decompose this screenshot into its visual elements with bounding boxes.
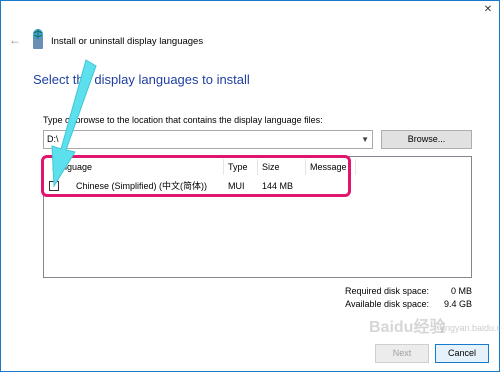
back-arrow-icon[interactable]: ← (9, 34, 21, 46)
chevron-down-icon[interactable]: ▼ (361, 131, 369, 148)
watermark-logo: Baidu经验 (369, 319, 446, 336)
close-icon[interactable]: ✕ (481, 5, 495, 15)
globe-language-icon (33, 29, 43, 49)
required-space-value: 0 MB (450, 286, 472, 296)
next-button[interactable]: Next (375, 344, 429, 363)
location-value: D:\ (47, 134, 59, 144)
instruction-text: Type or browse to the location that cont… (43, 115, 323, 125)
page-heading: Select the display languages to install (33, 72, 250, 87)
cancel-button[interactable]: Cancel (435, 344, 489, 363)
window-title: Install or uninstall display languages (51, 36, 204, 47)
required-space-label: Required disk space: (344, 286, 429, 296)
location-combo-box[interactable]: D:\ ▼ (43, 130, 373, 149)
highlight-box (41, 155, 351, 197)
browse-button[interactable]: Browse... (381, 130, 472, 149)
available-space-label: Available disk space: (345, 299, 429, 309)
available-space-value: 9.4 GB (443, 299, 472, 309)
dialog-window: ✕ ← Install or uninstall display languag… (0, 0, 500, 372)
watermark-subtext: jingyan.baidu.com (441, 323, 500, 333)
